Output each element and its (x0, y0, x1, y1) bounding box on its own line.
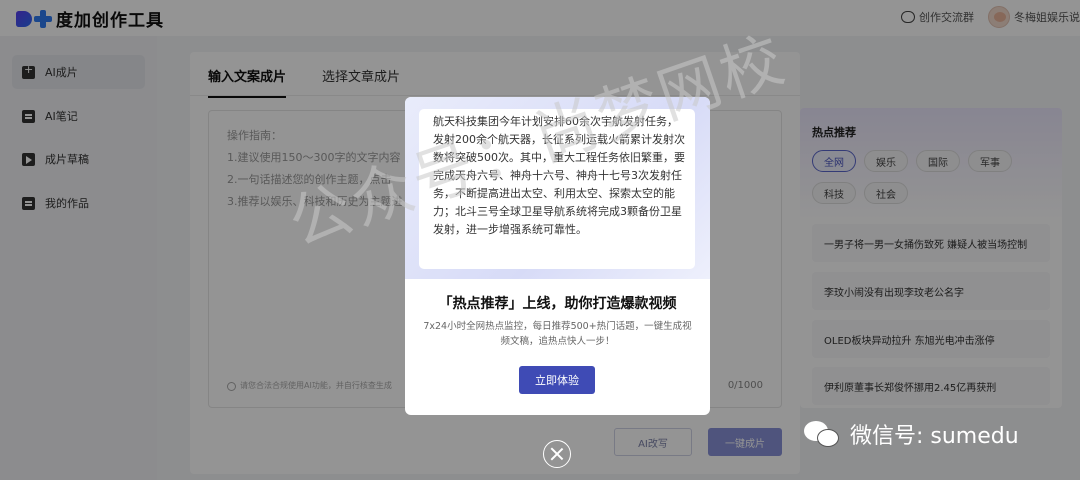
close-icon[interactable] (543, 440, 571, 468)
wechat-icon (804, 419, 842, 449)
try-now-button[interactable]: 立即体验 (519, 366, 595, 394)
wechat-watermark: 微信号: sumedu (804, 418, 1019, 450)
wechat-id: 微信号: sumedu (850, 424, 1019, 449)
modal-description: 7x24小时全网热点监控，每日推荐500+热门话题，一键生成视频文稿，追热点快人… (423, 321, 692, 347)
modal-title: 「热点推荐」上线，助你打造爆款视频 (438, 296, 677, 312)
